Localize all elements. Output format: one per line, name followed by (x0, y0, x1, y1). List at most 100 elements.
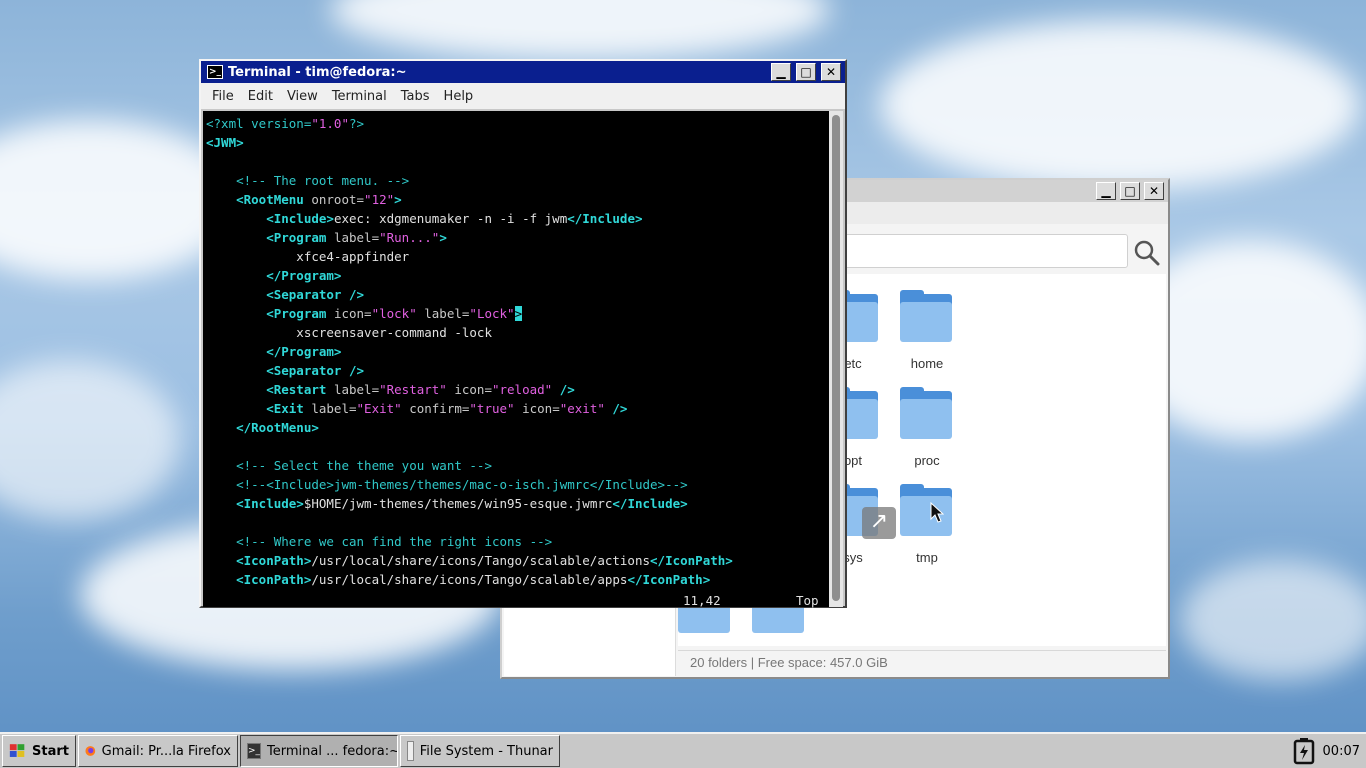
terminal-text: <Program (206, 306, 334, 321)
folder-icon (900, 290, 954, 342)
terminal-line: </RootMenu> (206, 418, 829, 437)
terminal-text: "1.0" (311, 116, 349, 131)
terminal-text: xscreensaver-command -lock (206, 325, 492, 340)
menu-file[interactable]: File (205, 89, 241, 104)
terminal-text: <Separator /> (206, 363, 365, 378)
task-firefox[interactable]: Gmail: Pr...la Firefox (78, 735, 238, 767)
terminal-text: "lock" (371, 306, 417, 321)
scrollbar-thumb[interactable] (832, 115, 840, 601)
terminal-titlebar[interactable]: >_ Terminal - tim@fedora:~ ▁ □ ✕ (201, 61, 845, 83)
terminal-line: <RootMenu onroot="12"> (206, 190, 829, 209)
terminal-line: <IconPath>/usr/local/share/icons/Tango/s… (206, 551, 829, 570)
terminal-text: label= (333, 382, 380, 397)
terminal-text: icon= (446, 382, 492, 397)
terminal-text: onroot= (311, 192, 365, 207)
terminal-text: > (394, 192, 402, 207)
maximize-button[interactable]: □ (796, 63, 816, 81)
terminal-text: "reload" (491, 382, 553, 397)
terminal-text: </IconPath> (650, 553, 733, 568)
clock[interactable]: 00:07 (1323, 744, 1360, 759)
terminal-text: </Program> (206, 344, 342, 359)
terminal-text: /> (604, 401, 628, 416)
cursor-position: 11,42 (683, 593, 721, 608)
terminal-text: icon= (333, 306, 372, 321)
terminal-line: <Separator /> (206, 285, 829, 304)
terminal-line: <!-- Where we can find the right icons -… (206, 532, 829, 551)
terminal-line: <Restart label="Restart" icon="reload" /… (206, 380, 829, 399)
terminal-window: >_ Terminal - tim@fedora:~ ▁ □ ✕ File Ed… (199, 59, 847, 608)
terminal-text: > (514, 306, 523, 321)
terminal-text: "Lock" (469, 306, 515, 321)
terminal-text: xfce4-appfinder (206, 249, 410, 264)
terminal-text: </Include> (612, 496, 688, 511)
menu-terminal[interactable]: Terminal (325, 89, 394, 104)
task-label: Gmail: Pr...la Firefox (101, 743, 231, 759)
terminal-text: "true" (469, 401, 515, 416)
menu-tabs[interactable]: Tabs (394, 89, 437, 104)
terminal-icon: >_ (207, 65, 223, 79)
terminal-text: <?xml version= (206, 116, 312, 131)
terminal-line: <Include>$HOME/jwm-themes/themes/win95-e… (206, 494, 829, 513)
terminal-text: <JWM> (206, 135, 244, 150)
terminal-text: icon= (514, 401, 560, 416)
terminal-menubar: File Edit View Terminal Tabs Help (201, 83, 845, 109)
start-flag-icon (9, 744, 25, 757)
terminal-line: <Separator /> (206, 361, 829, 380)
menu-view[interactable]: View (280, 89, 325, 104)
terminal-text: "12" (364, 192, 395, 207)
status-bar: 20 folders | Free space: 457.0 GiB (678, 650, 1166, 676)
folder-item[interactable]: home (890, 290, 964, 371)
terminal-text: label= (311, 401, 357, 416)
folder-item[interactable]: proc (890, 387, 964, 468)
terminal-text: ?> (349, 116, 365, 131)
folder-icon (900, 484, 954, 536)
window-title: Terminal - tim@fedora:~ (228, 64, 407, 80)
terminal-text: </Include> (567, 211, 643, 226)
minimize-button[interactable]: ▁ (1096, 182, 1116, 200)
folder-label: proc (914, 453, 940, 468)
terminal-text: <Include> (206, 211, 334, 226)
link-arrow-icon: ↗ (862, 507, 896, 539)
task-thunar[interactable]: File System - Thunar (400, 735, 560, 767)
terminal-text: "Run..." (379, 230, 440, 245)
menu-help[interactable]: Help (437, 89, 481, 104)
search-icon[interactable] (1132, 238, 1162, 268)
minimize-button[interactable]: ▁ (771, 63, 791, 81)
terminal-line: <IconPath>/usr/local/share/icons/Tango/s… (206, 570, 829, 589)
close-button[interactable]: ✕ (1144, 182, 1164, 200)
terminal-text: /usr/local/share/icons/Tango/scalable/ac… (311, 553, 651, 568)
start-button[interactable]: Start (2, 735, 76, 767)
terminal-text: "Restart" (379, 382, 447, 397)
battery-charging-icon[interactable] (1291, 737, 1317, 765)
task-terminal[interactable]: >_ Terminal ... fedora:~ (240, 735, 398, 767)
scrollbar[interactable] (829, 111, 843, 607)
close-button[interactable]: ✕ (821, 63, 841, 81)
terminal-text: <Separator /> (206, 287, 365, 302)
terminal-line: xscreensaver-command -lock (206, 323, 829, 342)
terminal-icon: >_ (247, 743, 262, 759)
terminal-text: <RootMenu (206, 192, 312, 207)
terminal-line: xfce4-appfinder (206, 247, 829, 266)
terminal-text: /> (552, 382, 575, 397)
terminal-text: </Program> (206, 268, 342, 283)
folder-item[interactable]: tmp (890, 484, 964, 565)
terminal-text: /usr/local/share/icons/Tango/scalable/ap… (311, 572, 628, 587)
location-bar[interactable] (802, 234, 1128, 268)
taskbar: Start Gmail: Pr...la Firefox >_ Terminal… (0, 732, 1366, 768)
terminal-text: <Program (206, 230, 334, 245)
terminal-text: "exit" (559, 401, 605, 416)
maximize-button[interactable]: □ (1120, 182, 1140, 200)
terminal-text: <IconPath> (206, 553, 312, 568)
terminal-text: "Exit" (356, 401, 402, 416)
terminal-line: <?xml version="1.0"?> (206, 114, 829, 133)
terminal-screen[interactable]: <?xml version="1.0"?> <JWM> <!-- The root… (203, 111, 829, 608)
terminal-text: <!-- Where we can find the right icons -… (206, 534, 553, 549)
firefox-icon (85, 746, 96, 756)
menu-edit[interactable]: Edit (241, 89, 280, 104)
task-label: File System - Thunar (419, 743, 553, 759)
terminal-text: label= (333, 230, 380, 245)
folder-icon (900, 387, 954, 439)
